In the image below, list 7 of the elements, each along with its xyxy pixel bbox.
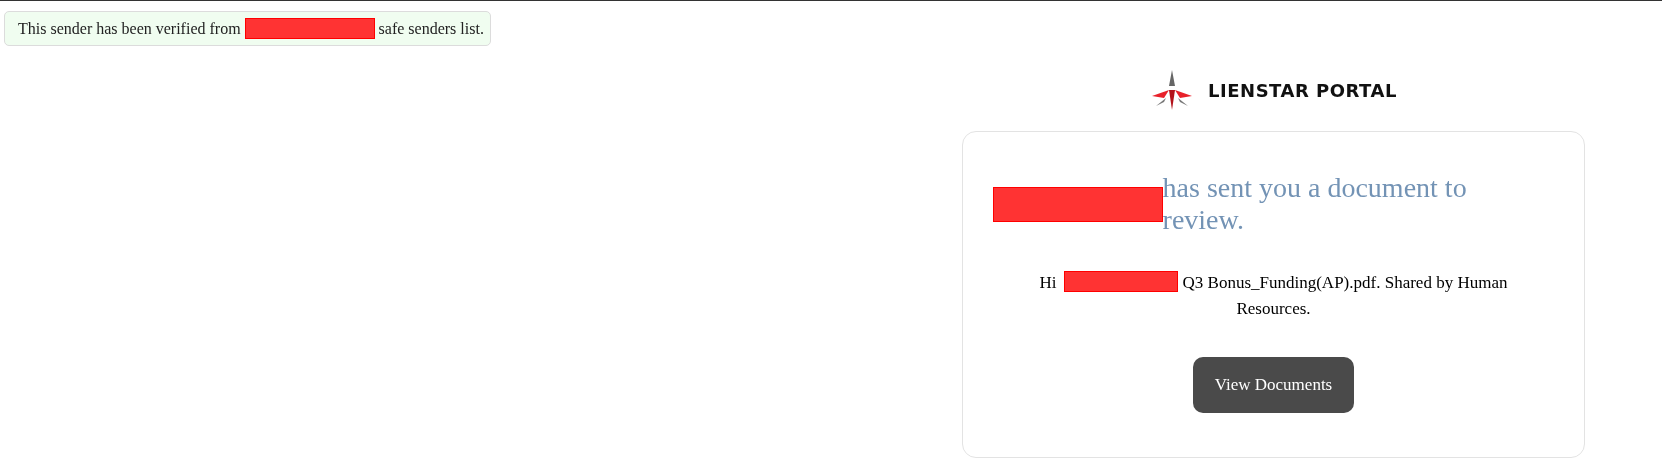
banner-text: safe senders list. xyxy=(378,19,484,38)
brand-name: LIENSTAR PORTAL xyxy=(1208,79,1397,101)
message-text: Hi xyxy=(1039,273,1057,292)
view-documents-button[interactable]: View Documents xyxy=(1192,357,1355,413)
heading-text: has sent you a document to review. xyxy=(1162,172,1468,236)
banner-text: This sender has been verified from xyxy=(18,19,241,38)
message-text: Q3 Bonus_Funding(AP).pdf. Shared by Human Resources. xyxy=(1182,273,1508,318)
